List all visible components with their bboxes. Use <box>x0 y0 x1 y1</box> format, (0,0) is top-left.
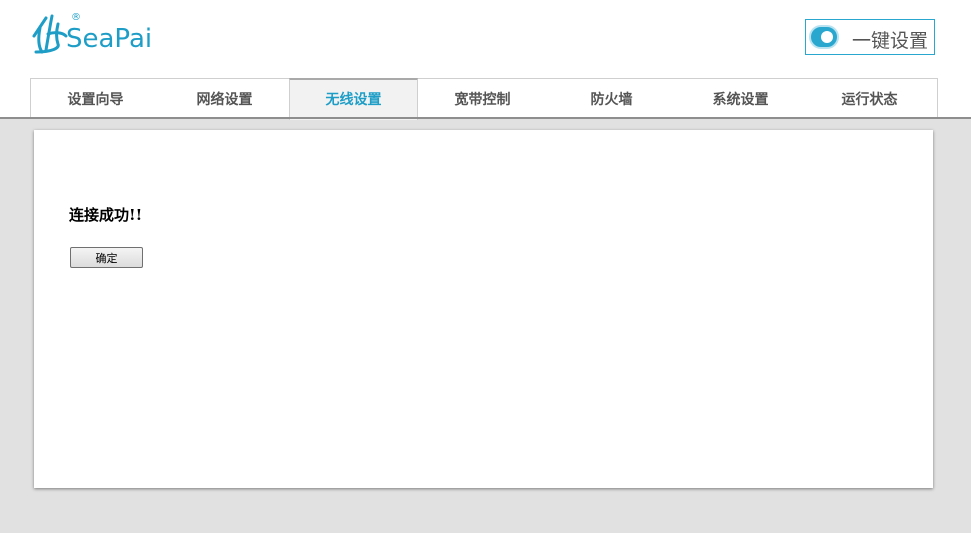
tab-firewall[interactable]: 防火墙 <box>547 79 676 119</box>
status-message: 连接成功!! <box>69 206 143 224</box>
seapai-logo[interactable]: ® SeaPai <box>32 12 162 60</box>
one-key-setup-button[interactable]: 一键设置 <box>805 19 935 55</box>
tab-running-status[interactable]: 运行状态 <box>805 79 934 119</box>
header-divider <box>0 117 971 119</box>
tab-bandwidth-control[interactable]: 宽带控制 <box>418 79 547 119</box>
toggle-knob <box>821 31 833 43</box>
tab-system-settings[interactable]: 系统设置 <box>676 79 805 119</box>
tab-wireless-settings[interactable]: 无线设置 <box>289 78 418 120</box>
registered-mark: ® <box>71 12 81 23</box>
content-panel: 连接成功!! 确定 <box>34 130 933 488</box>
main-nav: 设置向导 网络设置 无线设置 宽带控制 防火墙 系统设置 运行状态 <box>30 78 938 120</box>
logo-text: SeaPai <box>66 24 153 54</box>
tab-setup-wizard[interactable]: 设置向导 <box>31 79 160 119</box>
confirm-button[interactable]: 确定 <box>70 247 143 268</box>
toggle-icon <box>809 25 839 49</box>
tab-network-settings[interactable]: 网络设置 <box>160 79 289 119</box>
one-key-setup-label: 一键设置 <box>852 30 929 52</box>
seapai-logo-icon <box>32 14 68 54</box>
header: ® SeaPai 一键设置 设置向导 网络设置 无线设置 宽带控制 防火墙 系统… <box>0 0 971 120</box>
